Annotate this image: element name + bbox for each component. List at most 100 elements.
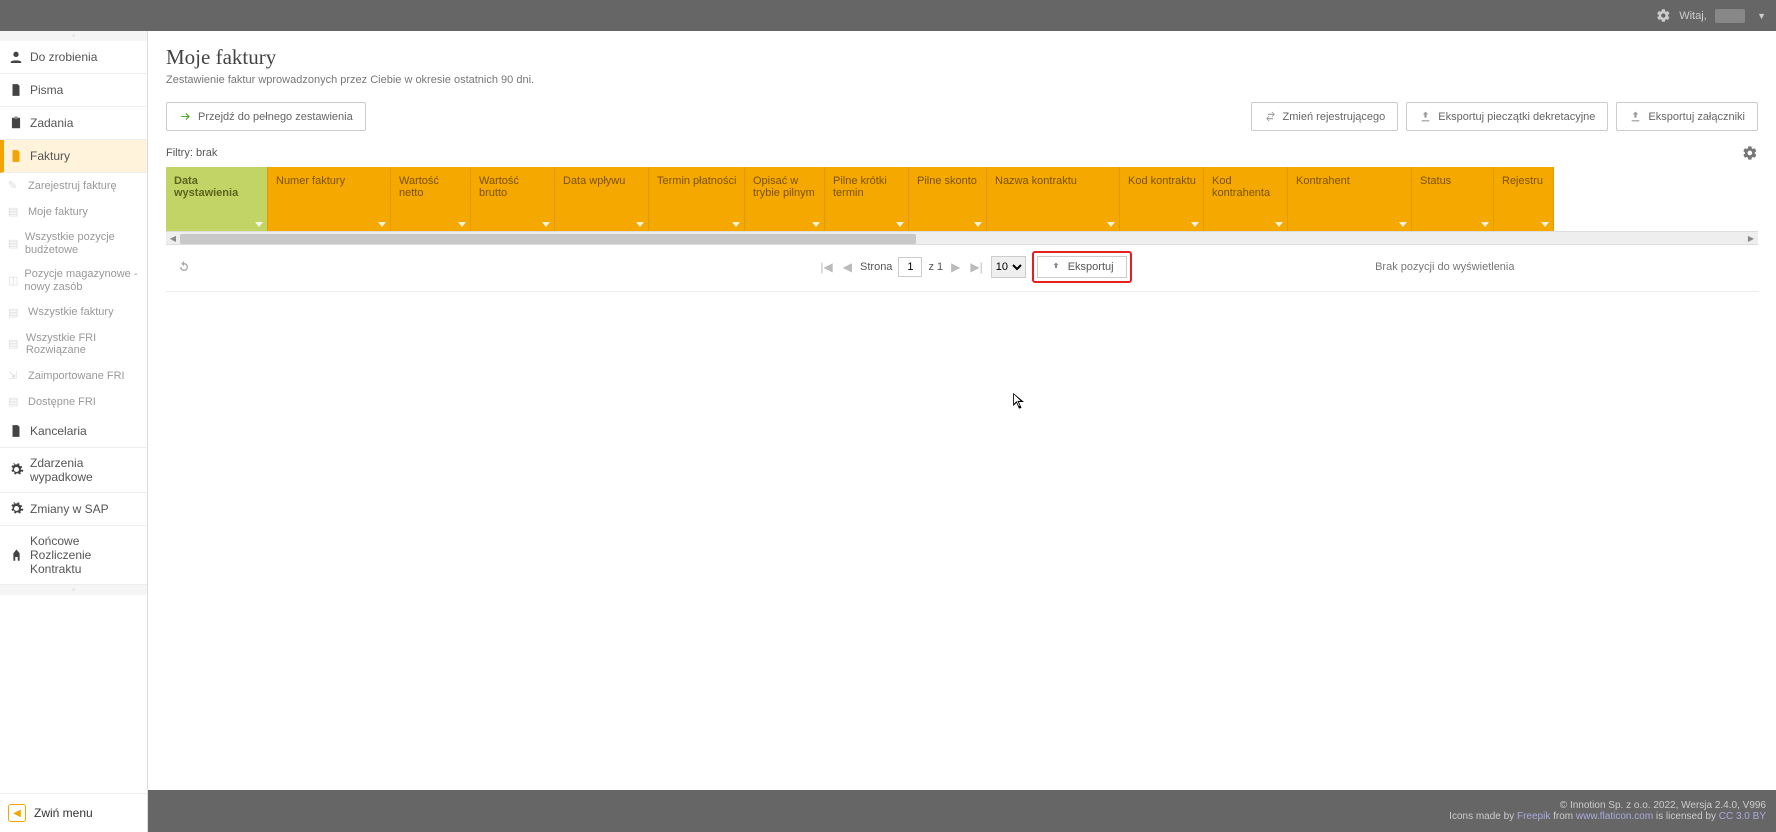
drag-handle-top[interactable]: ◦ — [0, 31, 147, 41]
column-dropdown-icon[interactable] — [974, 222, 982, 227]
flaticon-link[interactable]: www.flaticon.com — [1576, 811, 1653, 822]
footer: © Innotion Sp. z o.o. 2022, Wersja 2.4.0… — [148, 790, 1776, 832]
page-prev-button[interactable]: ◀ — [841, 260, 854, 274]
grid-column-header[interactable]: Data wpływu — [555, 167, 649, 231]
grid-hscroll[interactable]: ◀ ▶ — [166, 231, 1758, 245]
grid-column-header[interactable]: Wartość netto — [391, 167, 471, 231]
column-dropdown-icon[interactable] — [1399, 222, 1407, 227]
change-registrant-button[interactable]: Zmień rejestrującego — [1251, 102, 1399, 131]
cc-link[interactable]: CC 3.0 BY — [1719, 811, 1766, 822]
column-dropdown-icon[interactable] — [378, 222, 386, 227]
export-stamps-button[interactable]: Eksportuj pieczątki dekretacyjne — [1406, 102, 1608, 131]
sidebar-sub-wszystkie-faktury[interactable]: ▤Wszystkie faktury — [0, 300, 147, 326]
column-label: Pilne krótki termin — [833, 175, 902, 199]
grid-column-header[interactable]: Rejestru — [1494, 167, 1554, 231]
page-last-button[interactable]: ▶| — [968, 260, 984, 274]
filter-value: brak — [196, 147, 217, 159]
column-dropdown-icon[interactable] — [896, 222, 904, 227]
column-label: Data wystawienia — [174, 175, 261, 199]
button-label: Zmień rejestrującego — [1283, 111, 1386, 123]
grid-column-header[interactable]: Numer faktury — [268, 167, 391, 231]
export-attachments-button[interactable]: Eksportuj załączniki — [1616, 102, 1758, 131]
page-first-button[interactable]: |◀ — [818, 260, 834, 274]
column-dropdown-icon[interactable] — [458, 222, 466, 227]
freepik-link[interactable]: Freepik — [1517, 811, 1550, 822]
grid-settings-icon[interactable] — [1742, 145, 1758, 161]
column-dropdown-icon[interactable] — [636, 222, 644, 227]
footer-copyright: © Innotion Sp. z o.o. 2022, Wersja 2.4.0… — [1560, 800, 1766, 811]
button-label: Przejdź do pełnego zestawienia — [198, 111, 353, 123]
list-icon: ▤ — [8, 337, 20, 351]
sidebar-item-kancelaria[interactable]: Kancelaria — [0, 415, 147, 448]
column-label: Nazwa kontraktu — [995, 175, 1077, 187]
sidebar-item-zdarzenia[interactable]: Zdarzenia wypadkowe — [0, 448, 147, 493]
grid-column-header[interactable]: Opisać w trybie pilnym — [745, 167, 825, 231]
export-highlight: Eksportuj — [1032, 251, 1132, 283]
full-listing-button[interactable]: Przejdź do pełnego zestawienia — [166, 102, 366, 131]
sidebar-item-rozliczenie[interactable]: Końcowe Rozliczenie Kontraktu — [0, 526, 147, 585]
sidebar-item-faktury[interactable]: Faktury — [0, 140, 147, 173]
sidebar-item-label: Do zrobienia — [30, 50, 97, 64]
column-dropdown-icon[interactable] — [1481, 222, 1489, 227]
column-dropdown-icon[interactable] — [1191, 222, 1199, 227]
sidebar-sub-pozycje-mag[interactable]: ◫Pozycje magazynowe - nowy zasób — [0, 262, 147, 299]
grid-column-header[interactable]: Status — [1412, 167, 1494, 231]
user-icon — [8, 49, 24, 65]
collapse-menu-button[interactable]: ◀ Zwiń menu — [0, 793, 147, 832]
sidebar-sub-moje-faktury[interactable]: ▤Moje faktury — [0, 199, 147, 225]
sidebar-sub-pozycje-budz[interactable]: ▤Wszystkie pozycje budżetowe — [0, 225, 147, 262]
scroll-left-icon[interactable]: ◀ — [166, 232, 180, 246]
chevron-down-icon[interactable]: ▼ — [1757, 11, 1766, 21]
column-dropdown-icon[interactable] — [542, 222, 550, 227]
button-label: Eksportuj pieczątki dekretacyjne — [1438, 111, 1595, 123]
scroll-thumb[interactable] — [180, 234, 916, 244]
grid: Data wystawienia Numer faktury Wartość net… — [148, 167, 1758, 292]
sidebar-item-label: Zdarzenia wypadkowe — [30, 456, 139, 484]
grid-column-header[interactable]: Pilne krótki termin — [825, 167, 909, 231]
grid-column-header[interactable]: Pilne skonto — [909, 167, 987, 231]
grid-column-header[interactable]: Kod kontraktu — [1120, 167, 1204, 231]
sidebar-item-zadania[interactable]: Zadania — [0, 107, 147, 140]
column-dropdown-icon[interactable] — [1107, 222, 1115, 227]
grid-column-header[interactable]: Kontrahent — [1288, 167, 1412, 231]
refresh-icon[interactable] — [176, 259, 192, 275]
topbar-user[interactable] — [1715, 9, 1745, 23]
sidebar-item-zmiany-sap[interactable]: Zmiany w SAP — [0, 493, 147, 526]
grid-column-header[interactable]: Nazwa kontraktu — [987, 167, 1120, 231]
column-dropdown-icon[interactable] — [732, 222, 740, 227]
sidebar-sub-fri-import[interactable]: ⇲Zaimportowane FRI — [0, 363, 147, 389]
column-dropdown-icon[interactable] — [812, 222, 820, 227]
column-label: Kod kontraktu — [1128, 175, 1196, 187]
sidebar-item-do-zrobienia[interactable]: Do zrobienia — [0, 41, 147, 74]
sidebar-item-pisma[interactable]: Pisma — [0, 74, 147, 107]
column-dropdown-icon[interactable] — [255, 222, 263, 227]
page-input[interactable] — [898, 257, 922, 277]
grid-column-header[interactable]: Wartość brutto — [471, 167, 555, 231]
column-label: Wartość netto — [399, 175, 464, 199]
column-dropdown-icon[interactable] — [1541, 222, 1549, 227]
sidebar-item-label: Zmiany w SAP — [30, 502, 109, 516]
grid-column-header[interactable]: Data wystawienia — [166, 167, 268, 231]
sidebar-sub-fri-dostepne[interactable]: ▤Dostępne FRI — [0, 389, 147, 415]
clipboard-icon — [8, 115, 24, 131]
sidebar-sub-zarejestruj[interactable]: ✎Zarejestruj fakturę — [0, 173, 147, 199]
grid-column-header[interactable]: Termin płatności — [649, 167, 745, 231]
box-icon: ◫ — [8, 274, 18, 288]
scroll-right-icon[interactable]: ▶ — [1744, 232, 1758, 246]
gear-icon — [8, 501, 24, 517]
export-button[interactable]: Eksportuj — [1037, 256, 1127, 278]
chevron-left-icon: ◀ — [8, 804, 26, 822]
page-next-button[interactable]: ▶ — [949, 260, 962, 274]
gear-icon[interactable] — [1656, 8, 1671, 23]
upload-icon — [1050, 261, 1062, 273]
drag-handle-bottom[interactable]: ◦ — [0, 585, 147, 595]
column-label: Pilne skonto — [917, 175, 977, 187]
column-label: Numer faktury — [276, 175, 345, 187]
grid-header-row: Data wystawienia Numer faktury Wartość net… — [166, 167, 1758, 231]
page-size-select[interactable]: 10 — [991, 256, 1026, 278]
sidebar-item-label: Zadania — [30, 116, 73, 130]
column-dropdown-icon[interactable] — [1275, 222, 1283, 227]
sidebar-sub-fri-rozw[interactable]: ▤Wszystkie FRI Rozwiązane — [0, 326, 147, 363]
grid-column-header[interactable]: Kod kontrahenta — [1204, 167, 1288, 231]
page-subtitle: Zestawienie faktur wprowadzonych przez C… — [166, 74, 1758, 86]
